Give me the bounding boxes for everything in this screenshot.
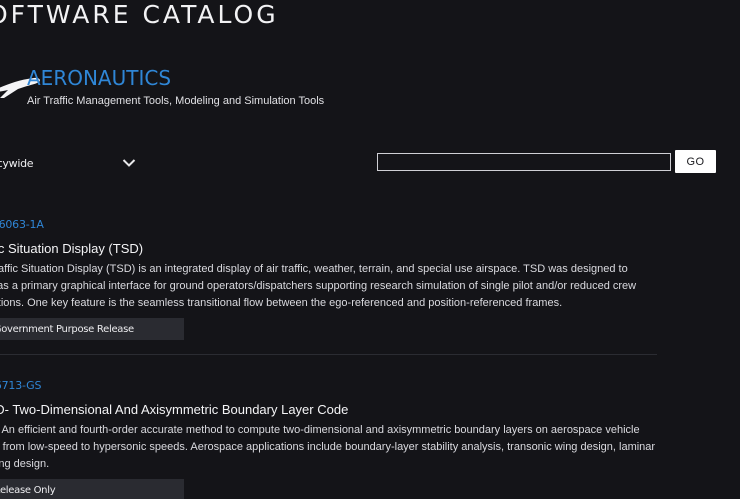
entry-description: D: An efficient and fourth-order accurat…	[0, 422, 660, 473]
release-type-badge: . Government Purpose Release	[0, 318, 184, 340]
release-type-badge: . Release Only	[0, 479, 184, 499]
entry-description-line: D: An efficient and fourth-order accurat…	[0, 424, 640, 436]
software-catalog-page: OFTWARE CATALOG AERONAUTICS Air Traffic …	[0, 0, 740, 499]
category-title: AERONAUTICS	[27, 66, 172, 90]
catalog-entry: 16713-GS 2D- Two-Dimensional And Axisymm…	[0, 379, 668, 499]
center-filter-select[interactable]: ncywide	[0, 152, 140, 174]
category-subtitle: Air Traffic Management Tools, Modeling a…	[27, 95, 325, 107]
entry-description-line: e as a primary graphical interface for g…	[0, 280, 637, 292]
entry-description-line: rations. One key feature is the seamless…	[0, 297, 563, 309]
entry-description: Traffic Situation Display (TSD) is an in…	[0, 261, 660, 312]
search-input[interactable]	[377, 153, 671, 171]
go-button[interactable]: GO	[675, 150, 716, 173]
center-filter-value: ncywide	[0, 156, 34, 170]
entry-title[interactable]: 2D- Two-Dimensional And Axisymmetric Bou…	[0, 402, 668, 418]
chevron-down-icon	[122, 159, 136, 167]
entry-description-line: wing design.	[0, 458, 50, 470]
entry-description-line: gs from low-speed to hypersonic speeds. …	[0, 441, 656, 453]
page-title: OFTWARE CATALOG	[0, 0, 279, 29]
entry-id-link[interactable]: -16063-1A	[0, 218, 668, 232]
entry-divider	[0, 354, 657, 355]
entry-description-line: Traffic Situation Display (TSD) is an in…	[0, 263, 628, 275]
catalog-entry: -16063-1A ffic Situation Display (TSD) T…	[0, 218, 668, 340]
entry-title[interactable]: ffic Situation Display (TSD)	[0, 241, 668, 257]
entry-id-link[interactable]: 16713-GS	[0, 379, 668, 393]
